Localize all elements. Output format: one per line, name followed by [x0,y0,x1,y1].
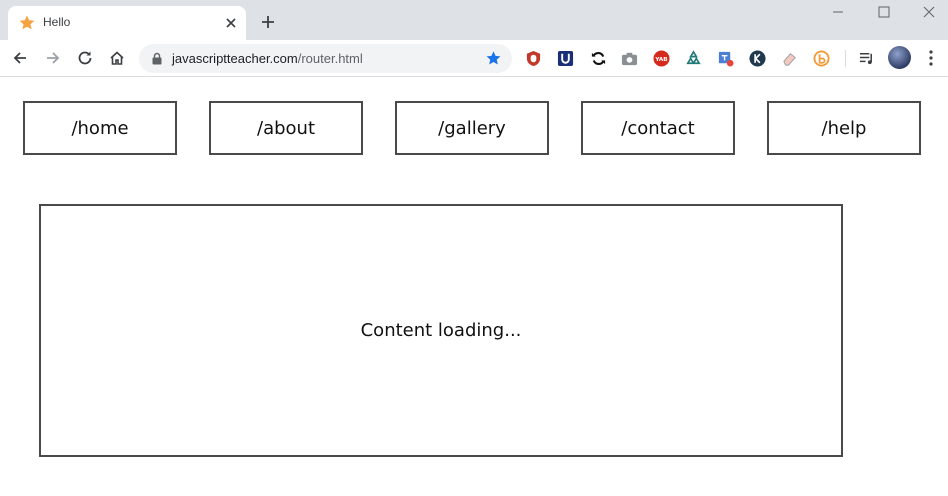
content-area: Content loading... [39,204,843,457]
nav-link-contact[interactable]: /contact [581,101,735,155]
reload-icon[interactable] [76,49,94,67]
nav-link-home[interactable]: /home [23,101,177,155]
minimize-icon[interactable] [830,4,846,20]
content-loading-text: Content loading... [360,320,522,341]
url-text[interactable]: javascriptteacher.com/router.html [172,51,363,66]
media-controls-icon[interactable] [858,50,875,67]
avatar[interactable] [888,46,911,69]
camera-icon[interactable] [621,50,638,67]
yab-icon[interactable]: YAB [653,50,670,67]
b-icon[interactable] [813,50,830,67]
unicode-u-icon[interactable] [557,50,574,67]
nav-link-gallery[interactable]: /gallery [395,101,549,155]
browser-toolbar: javascriptteacher.com/router.html YAB [0,40,948,77]
lock-icon[interactable] [152,52,162,65]
tab-title: Hello [43,15,71,29]
home-icon[interactable] [108,49,126,67]
nav-link-about[interactable]: /about [209,101,363,155]
browser-tab[interactable]: Hello [8,6,246,40]
nav-link-help[interactable]: /help [767,101,921,155]
tab-strip: Hello [0,0,948,40]
page-content: /home /about /gallery /contact /help Con… [0,78,948,496]
close-window-icon[interactable] [921,4,937,20]
address-bar[interactable]: javascriptteacher.com/router.html [139,44,512,73]
star-icon [19,15,35,30]
url-host: javascriptteacher.com [172,51,298,66]
url-path: /router.html [297,51,363,66]
recycle-icon[interactable] [685,50,702,67]
back-icon[interactable] [11,49,29,67]
translate-icon[interactable] [717,50,734,67]
forward-icon[interactable] [44,49,62,67]
kebab-menu-icon[interactable] [929,50,933,66]
ublock-icon[interactable] [525,50,542,67]
new-tab-icon[interactable] [259,13,277,31]
eraser-icon[interactable] [781,50,798,67]
svg-text:YAB: YAB [654,57,667,63]
k-icon[interactable] [749,50,766,67]
maximize-icon[interactable] [876,4,892,20]
toolbar-separator [845,50,846,67]
bookmark-star-icon[interactable] [485,50,502,67]
close-icon[interactable] [223,15,239,31]
sync-icon[interactable] [590,50,607,67]
